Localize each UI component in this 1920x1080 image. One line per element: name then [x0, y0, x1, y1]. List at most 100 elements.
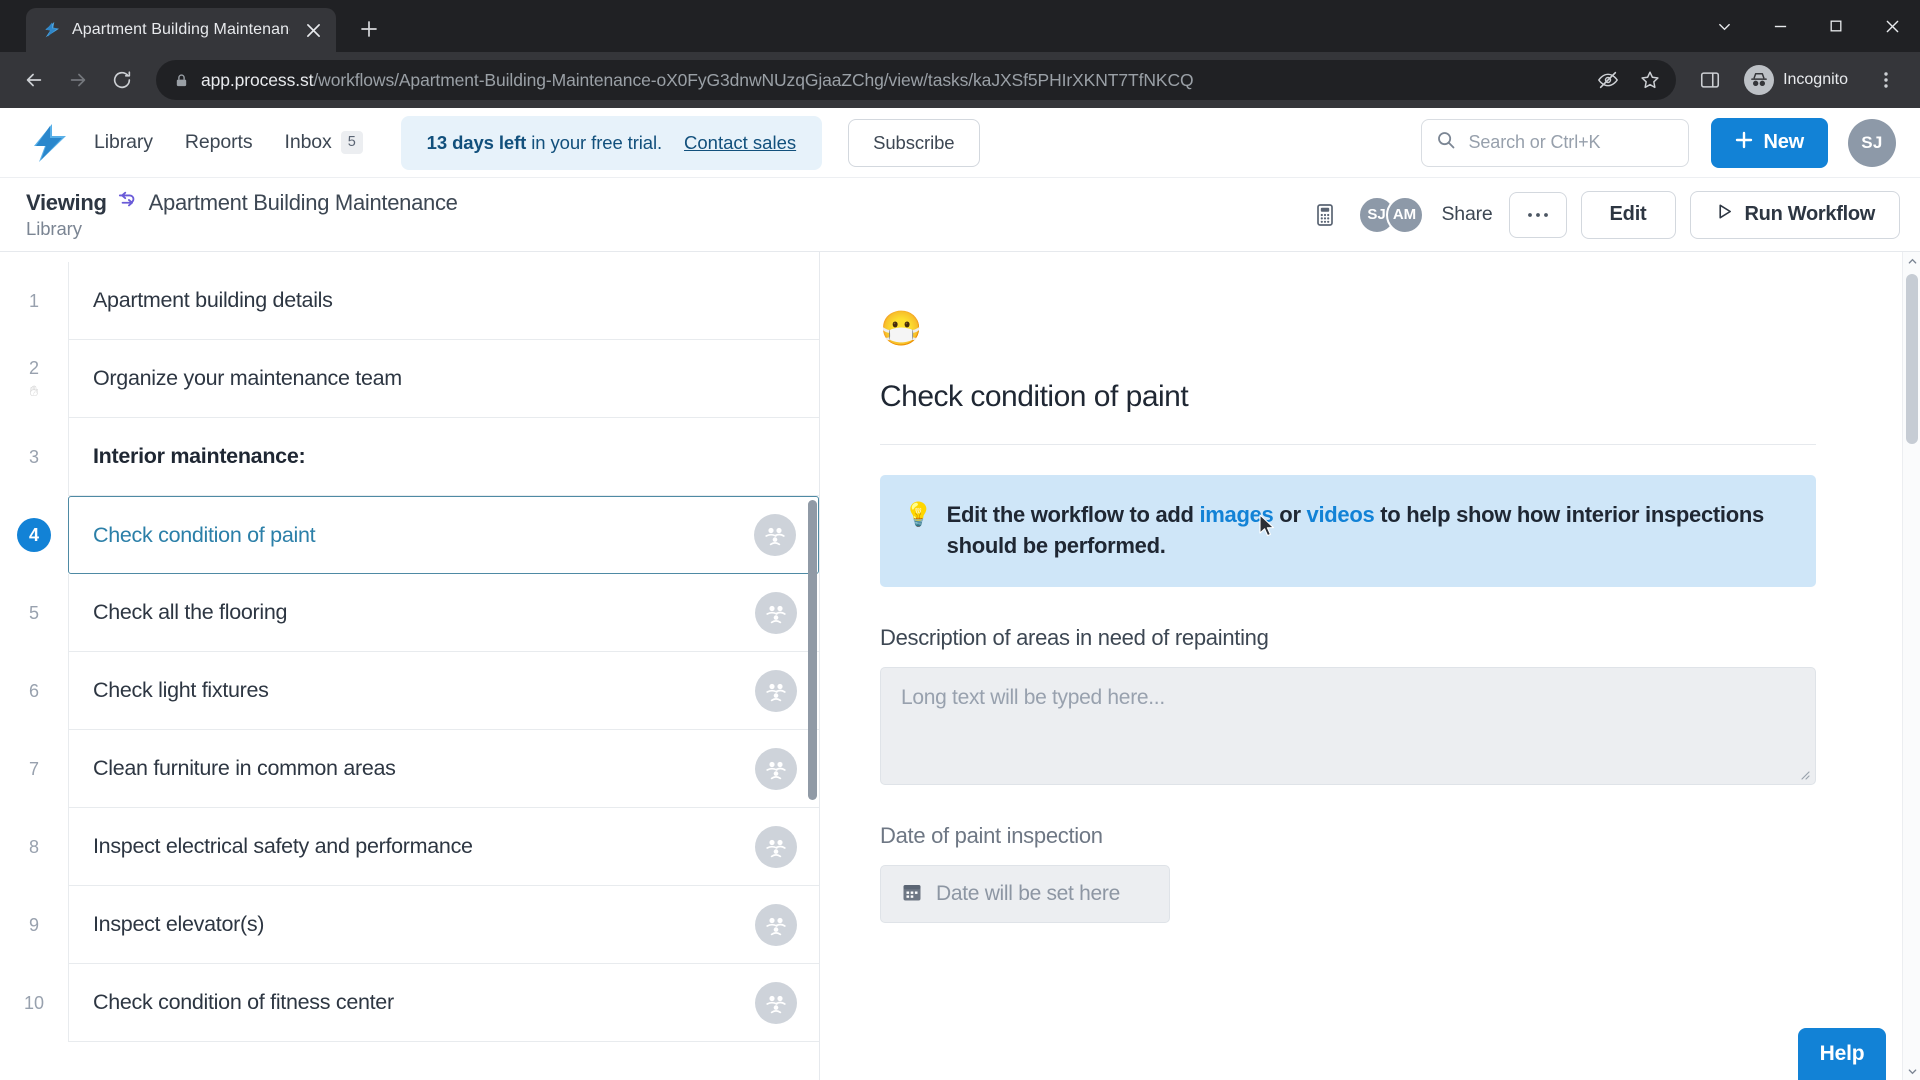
assign-group-icon[interactable]	[755, 669, 797, 712]
assign-group-icon[interactable]	[755, 825, 797, 868]
task-number: 10	[0, 993, 68, 1014]
browser-toolbar: app.process.st/workflows/Apartment-Build…	[0, 52, 1920, 108]
avatar[interactable]: AM	[1385, 195, 1424, 234]
task-list-scrollbar[interactable]	[808, 500, 817, 800]
nav-link-reports[interactable]: Reports	[185, 131, 253, 154]
trial-days: 13 days left	[426, 131, 527, 153]
videos-link[interactable]: videos	[1307, 502, 1375, 527]
task-row-body[interactable]: Inspect elevator(s)	[68, 886, 819, 964]
task-list-panel: 1 Apartment building details 2 ✋︎ Organize y…	[0, 252, 820, 1080]
task-row-body[interactable]: Check condition of paint	[68, 496, 819, 574]
scrollbar-thumb[interactable]	[1906, 274, 1918, 444]
browser-tab[interactable]: Apartment Building Maintenance	[26, 8, 336, 52]
task-detail-panel: 😷 Check condition of paint 💡 Edit the wo…	[820, 252, 1920, 1080]
incognito-icon	[1744, 65, 1775, 95]
breadcrumb-parent[interactable]: Library	[26, 218, 458, 240]
reload-icon[interactable]	[102, 60, 142, 100]
detail-scrollbar[interactable]	[1902, 252, 1920, 1080]
close-icon[interactable]	[1864, 0, 1920, 52]
task-list-item[interactable]: 10 Check condition of fitness center	[0, 964, 819, 1042]
workflow-body: 1 Apartment building details 2 ✋︎ Organize y…	[0, 252, 1920, 1080]
trial-rest: in your free trial.	[526, 131, 663, 153]
hand-icon[interactable]: ✋︎	[30, 383, 39, 400]
task-list-item[interactable]: 7 Clean furniture in common areas	[0, 730, 819, 808]
task-list-item[interactable]: 3 Interior maintenance:	[0, 418, 819, 496]
task-label: Organize your maintenance team	[93, 366, 402, 390]
task-label: Interior maintenance:	[93, 444, 306, 468]
run-workflow-label: Run Workflow	[1744, 203, 1876, 225]
scroll-down-arrow-icon[interactable]	[1903, 1062, 1920, 1080]
run-workflow-button[interactable]: Run Workflow	[1689, 190, 1900, 239]
side-panel-icon[interactable]	[1690, 60, 1730, 100]
task-number: 1	[0, 291, 68, 312]
inbox-count-badge: 5	[340, 131, 363, 154]
workflow-name: Apartment Building Maintenance	[148, 189, 458, 215]
lightbulb-icon: 💡	[904, 501, 933, 527]
task-row-body[interactable]: Clean furniture in common areas	[68, 730, 819, 808]
profile-incognito-button[interactable]: Incognito	[1738, 62, 1862, 98]
images-link[interactable]: images	[1199, 502, 1273, 527]
assign-group-icon[interactable]	[755, 591, 797, 634]
task-list-item[interactable]: 9 Inspect elevator(s)	[0, 886, 819, 964]
maximize-icon[interactable]	[1808, 0, 1864, 52]
plus-icon[interactable]	[350, 10, 388, 48]
task-list-item[interactable]: 6 Check light fixtures	[0, 652, 819, 730]
subscribe-button[interactable]: Subscribe	[848, 118, 980, 167]
task-row-body[interactable]: Apartment building details	[68, 262, 819, 340]
task-number-label: 8	[28, 836, 39, 857]
resize-handle-icon[interactable]	[1798, 768, 1810, 781]
eye-slash-icon[interactable]	[1588, 60, 1628, 100]
share-button[interactable]: Share	[1442, 203, 1493, 226]
avatar[interactable]: SJ	[1848, 118, 1896, 167]
task-row-body[interactable]: Inspect electrical safety and performanc…	[68, 808, 819, 886]
forward-arrow-icon[interactable]	[58, 60, 98, 100]
task-number-badge: 4	[17, 518, 51, 552]
task-list-item[interactable]: 5 Check all the flooring	[0, 574, 819, 652]
help-button[interactable]: Help	[1798, 1028, 1886, 1080]
profile-label: Incognito	[1783, 71, 1848, 88]
assign-group-icon[interactable]	[754, 514, 796, 556]
address-bar[interactable]: app.process.st/workflows/Apartment-Build…	[156, 60, 1677, 100]
process-st-logo-icon[interactable]	[26, 122, 72, 164]
contact-sales-link[interactable]: Contact sales	[684, 132, 796, 154]
back-arrow-icon[interactable]	[14, 60, 54, 100]
task-row-body[interactable]: Interior maintenance:	[68, 418, 819, 496]
chevron-down-icon[interactable]	[1696, 0, 1752, 52]
new-button[interactable]: New	[1711, 117, 1828, 168]
edit-button[interactable]: Edit	[1580, 190, 1676, 239]
task-row-body[interactable]: Check light fixtures	[68, 652, 819, 730]
star-icon[interactable]	[1630, 60, 1670, 100]
task-number-label: 2	[28, 358, 39, 378]
close-icon[interactable]	[300, 17, 326, 43]
task-row-body[interactable]: Check condition of fitness center	[68, 964, 819, 1042]
task-list-item[interactable]: 1 Apartment building details	[0, 262, 819, 340]
trial-message: 13 days left in your free trial.	[427, 132, 662, 154]
nav-label: Reports	[184, 131, 253, 153]
task-label: Check all the flooring	[93, 600, 288, 624]
task-list-item[interactable]: 2 ✋︎ Organize your maintenance team	[0, 340, 819, 418]
nav-link-inbox[interactable]: Inbox 5	[285, 131, 363, 154]
play-icon	[1715, 202, 1734, 227]
more-options-button[interactable]	[1508, 191, 1567, 238]
lock-icon	[174, 73, 189, 88]
task-number-label: 10	[23, 992, 45, 1013]
task-row-body[interactable]: Check all the flooring	[68, 574, 819, 652]
description-textarea[interactable]: Long text will be typed here...	[880, 667, 1816, 786]
search-input[interactable]: Search or Ctrl+K	[1421, 118, 1690, 167]
assign-group-icon[interactable]	[755, 981, 797, 1024]
minimize-icon[interactable]	[1752, 0, 1808, 52]
nav-link-library[interactable]: Library	[94, 131, 153, 154]
scroll-up-arrow-icon[interactable]	[1903, 252, 1920, 270]
calculator-icon[interactable]	[1304, 194, 1346, 236]
task-list-item[interactable]: 8 Inspect electrical safety and performan…	[0, 808, 819, 886]
task-list-item[interactable]: 4 Check condition of paint	[0, 496, 819, 574]
window-controls	[1696, 0, 1920, 52]
tip-part-2: or	[1273, 502, 1307, 527]
date-input[interactable]: Date will be set here	[880, 865, 1170, 924]
assign-group-icon[interactable]	[755, 903, 797, 946]
trial-banner: 13 days left in your free trial. Contact…	[400, 115, 823, 170]
task-row-body[interactable]: Organize your maintenance team	[68, 340, 819, 418]
three-dots-vertical-icon[interactable]	[1866, 60, 1906, 100]
breadcrumb-current: Viewing Apartment Building Maintenance	[26, 190, 458, 216]
assign-group-icon[interactable]	[755, 747, 797, 790]
